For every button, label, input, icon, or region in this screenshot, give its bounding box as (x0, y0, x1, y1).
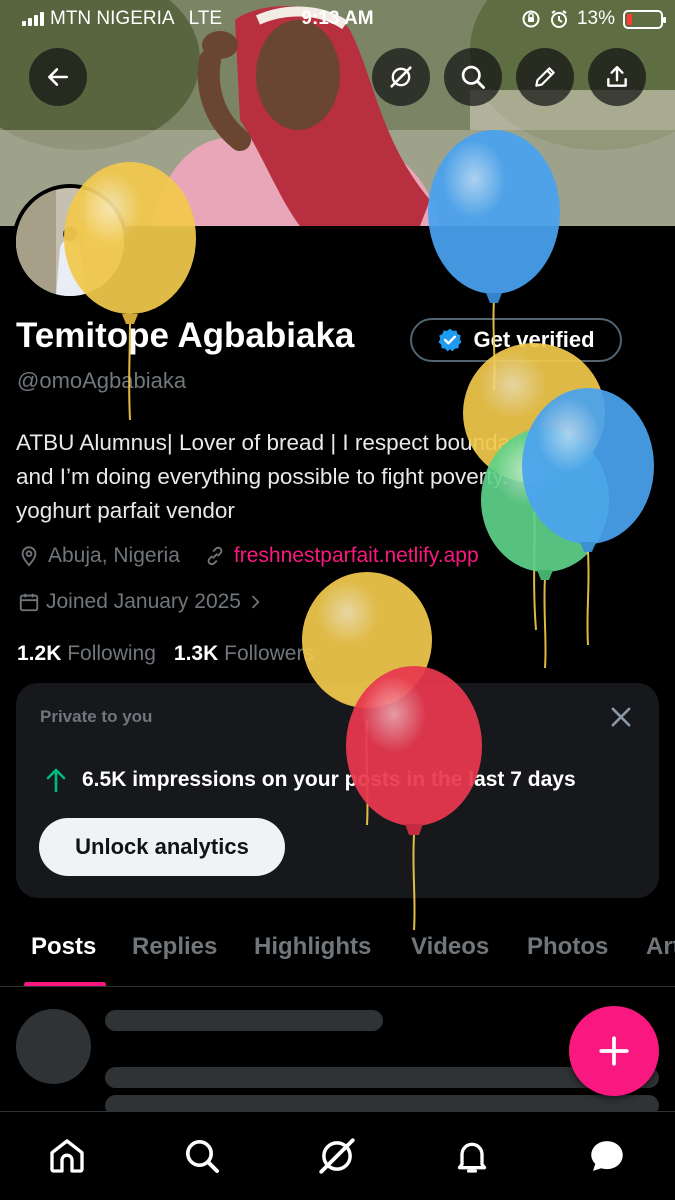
link-icon (207, 546, 223, 566)
profile-tabs: Posts Replies Highlights Videos Photos A… (0, 915, 675, 987)
nav-messages[interactable] (585, 1134, 629, 1178)
skeleton-line (105, 1010, 383, 1031)
following-label: Following (67, 642, 156, 665)
tab-videos[interactable]: Videos (411, 933, 489, 961)
analytics-card: Private to you 6.5K impressions on your … (16, 683, 659, 898)
status-bar: MTN NIGERIA LTE 9:13 AM 13% (0, 0, 675, 38)
impressions-text: 6.5K impressions on your posts in the la… (82, 768, 576, 791)
edit-button[interactable] (516, 48, 574, 106)
tab-highlights[interactable]: Highlights (254, 933, 371, 961)
profile-website-link[interactable]: freshnestparfait.netlify.app (234, 544, 479, 568)
verified-badge-icon (438, 328, 462, 352)
back-button[interactable] (29, 48, 87, 106)
chevron-right-icon (252, 595, 260, 609)
get-verified-button[interactable]: Get verified (410, 318, 622, 362)
avatar[interactable] (12, 184, 128, 300)
tab-replies[interactable]: Replies (132, 933, 217, 961)
grok-button[interactable] (372, 48, 430, 106)
bio-line: ATBU Alumnus| Lover of bread | I respect… (16, 430, 553, 455)
impressions-row: 6.5K impressions on your posts in the la… (44, 767, 576, 793)
follow-stats: 1.2K Following 1.3K Followers (17, 642, 314, 666)
unlock-analytics-button[interactable]: Unlock analytics (39, 818, 285, 876)
battery-percent: 13% (576, 8, 615, 29)
home-icon (50, 1139, 84, 1173)
battery-icon (623, 9, 666, 29)
followers-label: Followers (224, 642, 314, 665)
nav-grok[interactable] (315, 1134, 359, 1178)
get-verified-label: Get verified (473, 327, 595, 352)
share-icon (607, 66, 627, 87)
arrow-left-icon (48, 68, 68, 86)
active-tab-indicator (24, 982, 106, 986)
profile-handle: @omoAgbabiaka (17, 368, 187, 393)
search-icon (186, 1140, 219, 1173)
plus-icon (599, 1036, 629, 1066)
profile-bio: ATBU Alumnus| Lover of bread | I respect… (16, 426, 656, 528)
joined-date[interactable]: Joined January 2025 (18, 590, 263, 614)
profile-location: Abuja, Nigeria (48, 544, 180, 567)
tab-articles[interactable]: Articles (646, 933, 675, 961)
arrow-up-icon (46, 768, 66, 793)
messages-icon (591, 1141, 623, 1171)
share-button[interactable] (588, 48, 646, 106)
bio-line: yoghurt parfait vendor (16, 498, 235, 523)
nav-home[interactable] (45, 1134, 89, 1178)
followers-count: 1.3K (173, 642, 219, 665)
bottom-nav (0, 1111, 675, 1200)
orientation-lock-icon (522, 10, 540, 28)
joined-label: Joined January 2025 (46, 590, 241, 613)
profile-name: Temitope Agbabiaka (16, 316, 355, 355)
alarm-icon (550, 10, 567, 28)
calendar-icon (19, 593, 39, 612)
search-icon (461, 65, 485, 89)
skeleton-avatar (16, 1009, 91, 1084)
analytics-card-header: Private to you (40, 707, 153, 726)
tab-posts[interactable]: Posts (31, 933, 96, 961)
tab-photos[interactable]: Photos (527, 933, 608, 961)
grok-icon (390, 66, 412, 88)
followers-link[interactable]: 1.3K Followers (174, 642, 314, 666)
location-pin-icon (21, 546, 37, 567)
profile-meta: Abuja, Nigeria freshnestparfait.netlify.… (18, 544, 479, 568)
bio-line: and I’m doing everything possible to fig… (16, 464, 509, 489)
nav-notifications[interactable] (450, 1134, 494, 1178)
following-count: 1.2K (17, 642, 62, 665)
search-button[interactable] (444, 48, 502, 106)
grok-icon (319, 1138, 355, 1174)
compose-button[interactable] (569, 1006, 659, 1096)
nav-search[interactable] (180, 1134, 224, 1178)
following-link[interactable]: 1.2K Following (17, 642, 156, 666)
close-icon[interactable] (607, 703, 635, 731)
avatar-photo (16, 188, 124, 296)
bell-icon (457, 1142, 487, 1173)
pencil-icon (535, 67, 555, 87)
